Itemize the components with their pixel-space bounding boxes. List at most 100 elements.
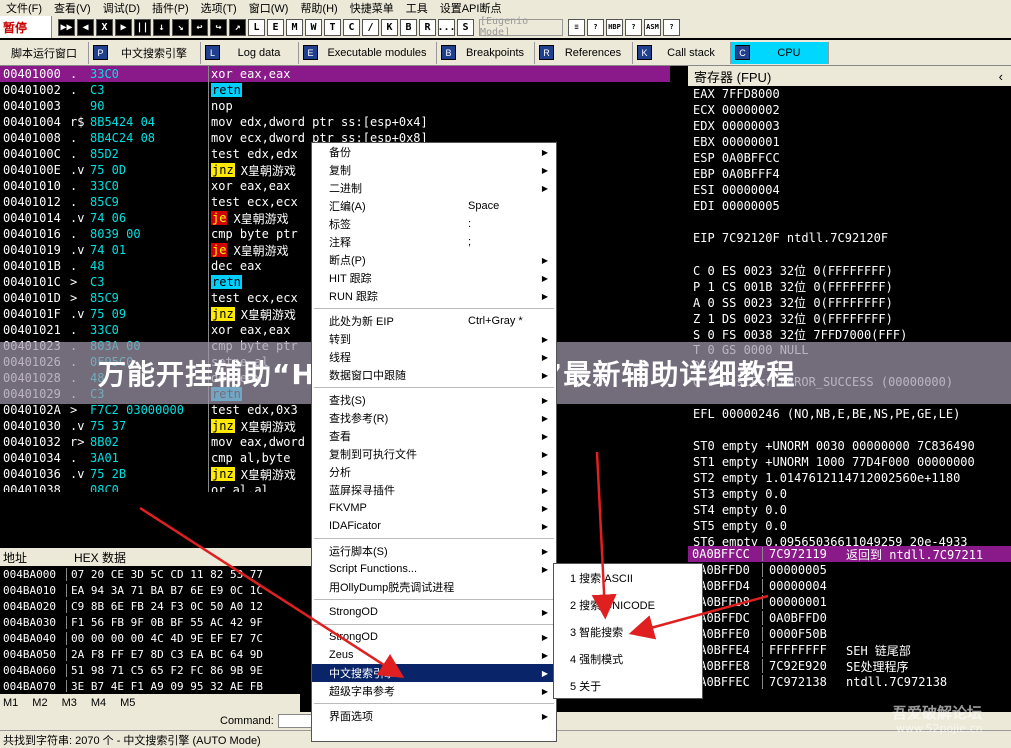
menu-item[interactable]: 设置API断点 [434, 0, 508, 16]
toolbar-button[interactable]: ≡ [568, 18, 585, 36]
context-menu-item[interactable]: 中文搜索引擎 ▶ [312, 664, 556, 682]
toolbar-button[interactable]: HBP [606, 18, 623, 36]
menu-item[interactable]: 调试(D) [97, 0, 146, 16]
tab-references[interactable]: R References [535, 41, 633, 64]
toolbar-button[interactable]: L [248, 18, 265, 36]
context-menu-item[interactable]: 此处为新 EIP Ctrl+Gray * [312, 312, 556, 330]
stack-row[interactable]: 0A0BFFD8 00000001 [688, 594, 1011, 610]
tab-breakpoints[interactable]: B Breakpoints [437, 41, 535, 64]
toolbar-button[interactable]: ▶ [115, 18, 132, 36]
toolbar-button[interactable]: ◀ [77, 18, 94, 36]
toolbar-button[interactable]: ▶▶ [58, 18, 75, 36]
disasm-row[interactable]: 00401002. C3 retn [0, 82, 670, 98]
context-menu-item[interactable]: FKVMP ▶ [312, 499, 556, 517]
context-menu-item[interactable]: 备份 ▶ [312, 143, 556, 161]
context-menu-item[interactable]: 转到 ▶ [312, 330, 556, 348]
stack-row[interactable]: 0A0BFFEC 7C972138 ntdll.7C972138 [688, 674, 1011, 690]
tab-脚本运行窗口[interactable]: 脚本运行窗口 [0, 41, 89, 64]
toolbar-button[interactable]: ↩ [191, 18, 208, 36]
context-menu-item[interactable]: 蓝屏探寻插件 ▶ [312, 481, 556, 499]
submenu-item[interactable]: 1 搜索 ASCII [554, 564, 702, 591]
dump-tab[interactable]: M2 [32, 697, 47, 709]
dump-row[interactable]: 004BA070 3E B7 4E F1 A9 09 95 32 AE FB [0, 678, 312, 692]
dump-row[interactable]: 004BA000 07 20 CE 3D 5C CD 11 82 53 77 [0, 566, 312, 582]
toolbar-button[interactable]: ASM [644, 18, 661, 36]
toolbar-button[interactable]: ↘ [172, 18, 189, 36]
tab-call-stack[interactable]: K Call stack [633, 41, 731, 64]
stack-row[interactable]: 0A0BFFD0 00000005 [688, 562, 1011, 578]
menu-item[interactable]: 选项(T) [195, 0, 243, 16]
toolbar-button[interactable]: || [134, 18, 151, 36]
toolbar-button[interactable]: W [305, 18, 322, 36]
context-menu-item[interactable]: Zeus ▶ [312, 646, 556, 664]
context-menu-item[interactable]: 二进制 ▶ [312, 179, 556, 197]
registers-pane[interactable]: 寄存器 (FPU) ‹ EAX 7FFD8000 ECX 00000002 EDX … [688, 66, 1011, 546]
toolbar-button[interactable]: X [96, 18, 113, 36]
toolbar-button[interactable]: E [267, 18, 284, 36]
collapse-icon[interactable]: ‹ [999, 69, 1003, 84]
stack-row[interactable]: 0A0BFFD4 00000004 [688, 578, 1011, 594]
stack-row[interactable]: 0A0BFFE8 7C92E920 SE处理程序 [688, 658, 1011, 674]
stack-row[interactable]: 0A0BFFCC 7C972119 返回到 ntdll.7C97211 [688, 546, 1011, 562]
submenu-item[interactable]: 2 搜索 UNICODE [554, 591, 702, 618]
context-menu-item[interactable]: 标签: [312, 215, 556, 233]
dump-row[interactable]: 004BA020 C9 8B 6E FB 24 F3 0C 50 A0 12 [0, 598, 312, 614]
toolbar-button[interactable]: ? [587, 18, 604, 36]
context-menu-item[interactable]: 查找参考(R) ▶ [312, 409, 556, 427]
submenu-item[interactable]: 5 关于 [554, 672, 702, 699]
menu-item[interactable]: 查看(V) [48, 0, 97, 16]
stack-row[interactable]: 0A0BFFE4 FFFFFFFF SEH 链尾部 [688, 642, 1011, 658]
tab-executable-modules[interactable]: E Executable modules [299, 41, 437, 64]
toolbar-button[interactable]: ↗ [229, 18, 246, 36]
context-menu-item[interactable]: 复制到可执行文件 ▶ [312, 445, 556, 463]
toolbar-button[interactable]: M [286, 18, 303, 36]
stack-pane[interactable]: 0A0BFFCC 7C972119 返回到 ntdll.7C97211 0A0BFFD… [688, 546, 1011, 694]
stack-row[interactable]: 0A0BFFE0 0000F50B [688, 626, 1011, 642]
dump-tab[interactable]: M5 [120, 697, 135, 709]
disasm-row[interactable]: 00401003 90 nop [0, 98, 670, 114]
context-menu-item[interactable]: Script Functions... ▶ [312, 560, 556, 578]
dump-tab[interactable]: M3 [62, 697, 77, 709]
memory-dump-pane[interactable]: 004BA000 07 20 CE 3D 5C CD 11 82 53 77 004… [0, 566, 312, 692]
dump-row[interactable]: 004BA030 F1 56 FB 9F 0B BF 55 AC 42 9F [0, 614, 312, 630]
dump-tab[interactable]: M1 [3, 697, 18, 709]
tab-log-data[interactable]: L Log data [201, 41, 299, 64]
tab-cpu[interactable]: C CPU [731, 41, 829, 64]
context-menu-item[interactable]: 线程 ▶ [312, 348, 556, 366]
context-menu-item[interactable]: 界面选项 ▶ [312, 707, 556, 725]
dump-row[interactable]: 004BA040 00 00 00 00 4C 4D 9E EF E7 7C [0, 630, 312, 646]
toolbar-button[interactable]: R [419, 18, 436, 36]
context-menu-item[interactable]: 用OllyDump脱壳调试进程 [312, 578, 556, 596]
submenu-item[interactable]: 4 强制模式 [554, 645, 702, 672]
context-menu-item[interactable]: 运行脚本(S) ▶ [312, 542, 556, 560]
context-menu-item[interactable]: 超级字串参考 ▶ [312, 682, 556, 700]
toolbar-button[interactable]: K [381, 18, 398, 36]
toolbar-button[interactable]: ↓ [153, 18, 170, 36]
context-menu-item[interactable]: 分析 ▶ [312, 463, 556, 481]
context-menu-item[interactable]: StrongOD ▶ [312, 628, 556, 646]
context-menu-item[interactable]: HIT 跟踪 ▶ [312, 269, 556, 287]
dump-tab[interactable]: M4 [91, 697, 106, 709]
context-menu-item[interactable]: 汇编(A) Space [312, 197, 556, 215]
toolbar-button[interactable]: ... [437, 18, 456, 36]
stack-row[interactable]: 0A0BFFDC 0A0BFFD0 [688, 610, 1011, 626]
toolbar-button[interactable]: B [400, 18, 417, 36]
toolbar-button[interactable]: ? [663, 18, 680, 36]
toolbar-button[interactable]: T [324, 18, 341, 36]
context-menu-item[interactable]: 注释; [312, 233, 556, 251]
toolbar-button[interactable]: C [343, 18, 360, 36]
disasm-row[interactable]: 00401004 r$ 8B5424 04 mov edx,dword ptr ss:… [0, 114, 670, 130]
dump-row[interactable]: 004BA010 EA 94 3A 71 BA B7 6E E9 0C 1C [0, 582, 312, 598]
dump-row[interactable]: 004BA060 51 98 71 C5 65 F2 FC 86 9B 9E [0, 662, 312, 678]
context-menu-item[interactable]: 查找(S) ▶ [312, 391, 556, 409]
menu-item[interactable]: 插件(P) [146, 0, 195, 16]
context-menu-item[interactable]: 复制 ▶ [312, 161, 556, 179]
context-menu-item[interactable]: StrongOD ▶ [312, 603, 556, 621]
menu-item[interactable]: 文件(F) [0, 0, 48, 16]
context-menu-item[interactable]: 断点(P) ▶ [312, 251, 556, 269]
toolbar-button[interactable]: S [457, 18, 474, 36]
menu-item[interactable]: 快捷菜单 [344, 0, 400, 16]
dump-row[interactable]: 004BA050 2A F8 FF E7 8D C3 EA BC 64 9D [0, 646, 312, 662]
toolbar-button[interactable]: / [362, 18, 379, 36]
toolbar-button[interactable]: ? [625, 18, 642, 36]
